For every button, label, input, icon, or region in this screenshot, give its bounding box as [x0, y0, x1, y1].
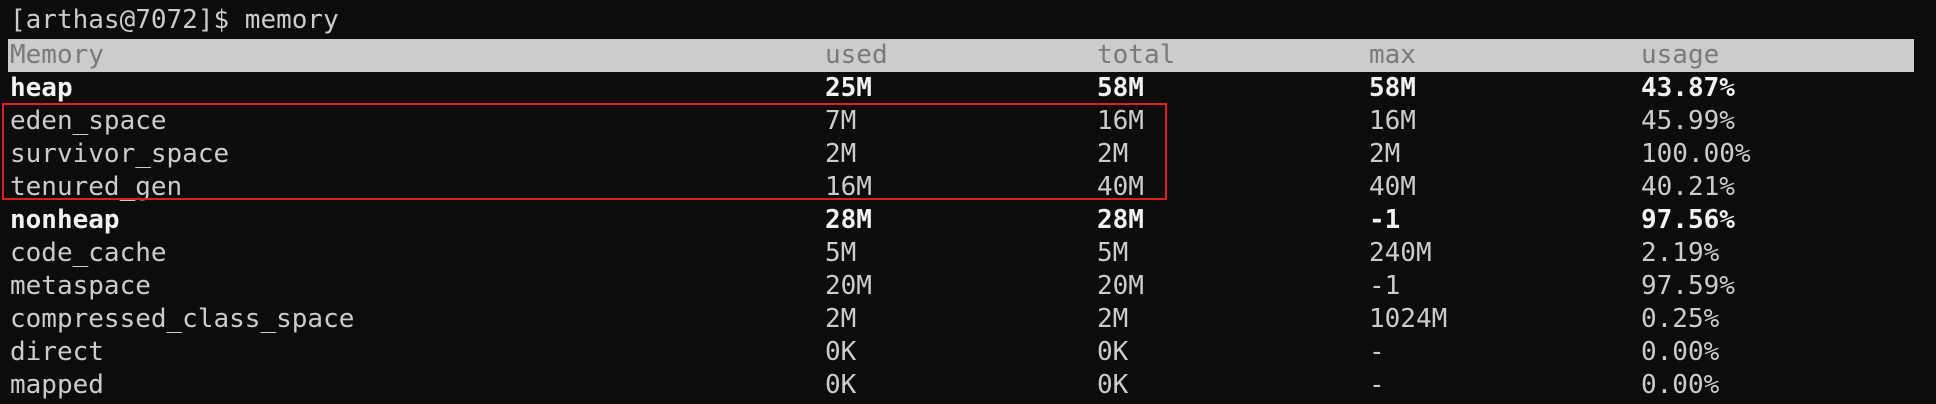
max-value: 40M — [1369, 172, 1416, 202]
total-value: 0K — [1097, 337, 1129, 367]
usage-value: 100.00% — [1641, 139, 1751, 169]
max-value: 1024M — [1369, 304, 1448, 334]
usage-value: 0.25% — [1641, 304, 1720, 334]
max-value: 16M — [1369, 106, 1416, 136]
memory-name: code_cache — [10, 238, 167, 268]
memory-row-mapped: mapped 0K 0K - 0.00% — [0, 369, 1936, 402]
header-total: total — [1097, 40, 1176, 70]
usage-value: 45.99% — [1641, 106, 1735, 136]
command-prompt: [arthas@7072]$ memory — [10, 5, 339, 35]
used-value: 5M — [825, 238, 857, 268]
memory-row-direct: direct 0K 0K - 0.00% — [0, 336, 1936, 369]
max-value: 58M — [1369, 73, 1416, 103]
max-value: 240M — [1369, 238, 1432, 268]
used-value: 2M — [825, 304, 857, 334]
memory-row-nonheap: nonheap 28M 28M -1 97.56% — [0, 204, 1936, 237]
usage-value: 43.87% — [1641, 73, 1735, 103]
memory-name: compressed_class_space — [10, 304, 355, 334]
max-value: - — [1369, 337, 1385, 367]
usage-value: 0.00% — [1641, 370, 1720, 400]
memory-table-header: Memory used total max usage — [8, 39, 1914, 72]
total-value: 2M — [1097, 304, 1129, 334]
usage-value: 0.00% — [1641, 337, 1720, 367]
usage-value: 2.19% — [1641, 238, 1720, 268]
usage-value: 97.59% — [1641, 271, 1735, 301]
used-value: 25M — [825, 73, 872, 103]
heap-pools-highlight-box — [2, 103, 1167, 200]
total-value: 58M — [1097, 73, 1144, 103]
usage-value: 40.21% — [1641, 172, 1735, 202]
max-value: 2M — [1369, 139, 1401, 169]
total-value: 28M — [1097, 205, 1144, 235]
total-value: 20M — [1097, 271, 1144, 301]
used-value: 0K — [825, 337, 857, 367]
max-value: -1 — [1369, 271, 1401, 301]
header-max: max — [1369, 40, 1416, 70]
max-value: - — [1369, 370, 1385, 400]
total-value: 0K — [1097, 370, 1129, 400]
memory-row-code-cache: code_cache 5M 5M 240M 2.19% — [0, 237, 1936, 270]
usage-value: 97.56% — [1641, 205, 1735, 235]
memory-row-metaspace: metaspace 20M 20M -1 97.59% — [0, 270, 1936, 303]
max-value: -1 — [1369, 205, 1401, 235]
memory-name: metaspace — [10, 271, 151, 301]
memory-name: nonheap — [10, 205, 120, 235]
total-value: 5M — [1097, 238, 1129, 268]
used-value: 28M — [825, 205, 872, 235]
used-value: 20M — [825, 271, 872, 301]
header-used: used — [825, 40, 888, 70]
header-usage: usage — [1641, 40, 1720, 70]
memory-row-heap: heap 25M 58M 58M 43.87% — [0, 72, 1936, 105]
used-value: 0K — [825, 370, 857, 400]
memory-name: direct — [10, 337, 104, 367]
memory-row-compressed-class-space: compressed_class_space 2M 2M 1024M 0.25% — [0, 303, 1936, 336]
memory-name: mapped — [10, 370, 104, 400]
header-memory: Memory — [10, 40, 104, 70]
terminal-window[interactable]: [arthas@7072]$ memory Memory used total … — [0, 0, 1936, 404]
memory-name: heap — [10, 73, 73, 103]
